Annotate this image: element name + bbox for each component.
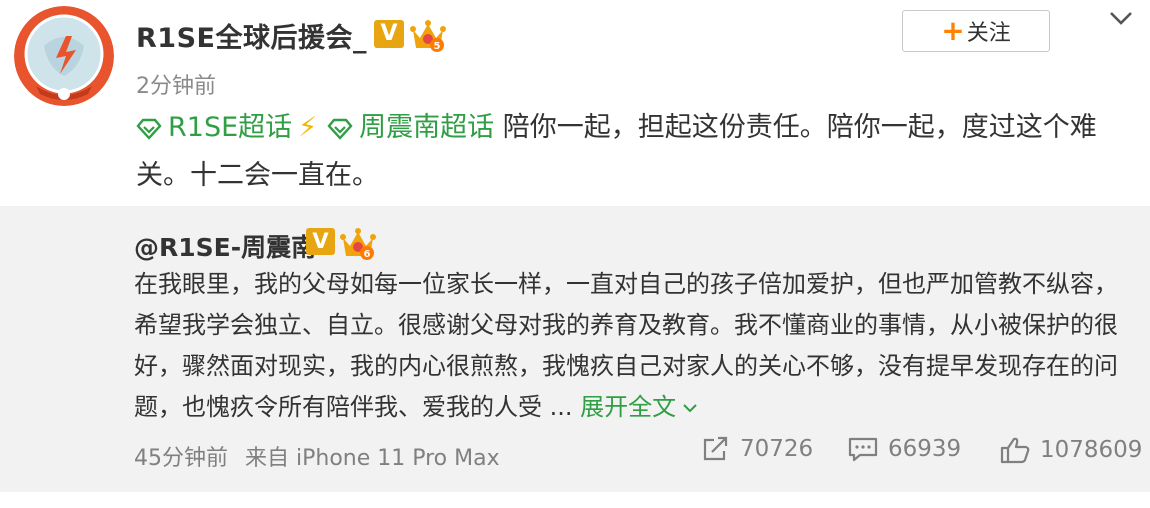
comment-icon [848,437,878,462]
lightning-icon: ⚡ [298,112,318,143]
repost-meta: 45分钟前 来自 iPhone 11 Pro Max [134,440,500,472]
like-icon [1000,437,1030,464]
verified-v-icon: V [374,20,404,48]
weibo-post: R1SE全球后援会_ V 5 2分钟前 + 关注 R1SE超话 ⚡ 周震南超话 陪你… [0,0,1150,508]
repost-count: 70726 [740,436,814,462]
super-topic-icon [136,118,162,140]
like-button[interactable]: 1078609 [1000,436,1142,464]
verified-v-icon: V [306,228,335,255]
repost-text: 在我眼里，我的父母如每一位家长一样，一直对自己的孩子倍加爱护，但也严加管教不纵容… [134,264,1124,428]
topic-link-zhouzhennan[interactable]: 周震南超话 [327,112,494,143]
follow-label: 关注 [966,21,1011,46]
repost-author[interactable]: @R1SE-周震南 [134,228,316,264]
repost-source: 来自 iPhone 11 Pro Max [245,446,500,471]
chevron-down-icon[interactable] [1108,8,1134,28]
reposted-weibo[interactable]: @R1SE-周震南 V 6 在我眼里，我的父母如每一位家长一样，一直对自己的孩子… [0,206,1150,492]
topic-link-r1se[interactable]: R1SE超话 [136,112,292,143]
topic-label: 周震南超话 [359,112,495,143]
expand-full-text-link[interactable]: 展开全文 [580,393,698,421]
repost-time[interactable]: 45分钟前 [134,446,228,471]
expand-chevron-icon [683,404,697,413]
level-crown-icon: 5 [410,20,446,52]
post-content: R1SE超话 ⚡ 周震南超话 陪你一起，担起这份责任。陪你一起，度过这个难关。十二会… [136,104,1136,200]
avatar[interactable] [14,6,114,106]
follow-button[interactable]: + 关注 [902,10,1050,52]
author-level: 6 [364,249,371,260]
comment-button[interactable]: 66939 [848,436,961,462]
post-time[interactable]: 2分钟前 [136,68,216,100]
author-level: 5 [434,41,441,52]
plus-icon: + [941,14,965,47]
repost-button[interactable]: 70726 [702,436,813,462]
topic-label: R1SE超话 [168,112,293,143]
post-author[interactable]: R1SE全球后援会_ [136,16,367,55]
repost-icon [703,436,728,461]
like-count: 1078609 [1040,437,1143,463]
comment-count: 66939 [888,436,962,462]
super-topic-icon [327,118,353,140]
expand-label: 展开全文 [580,393,677,421]
level-crown-icon: 6 [340,228,376,260]
